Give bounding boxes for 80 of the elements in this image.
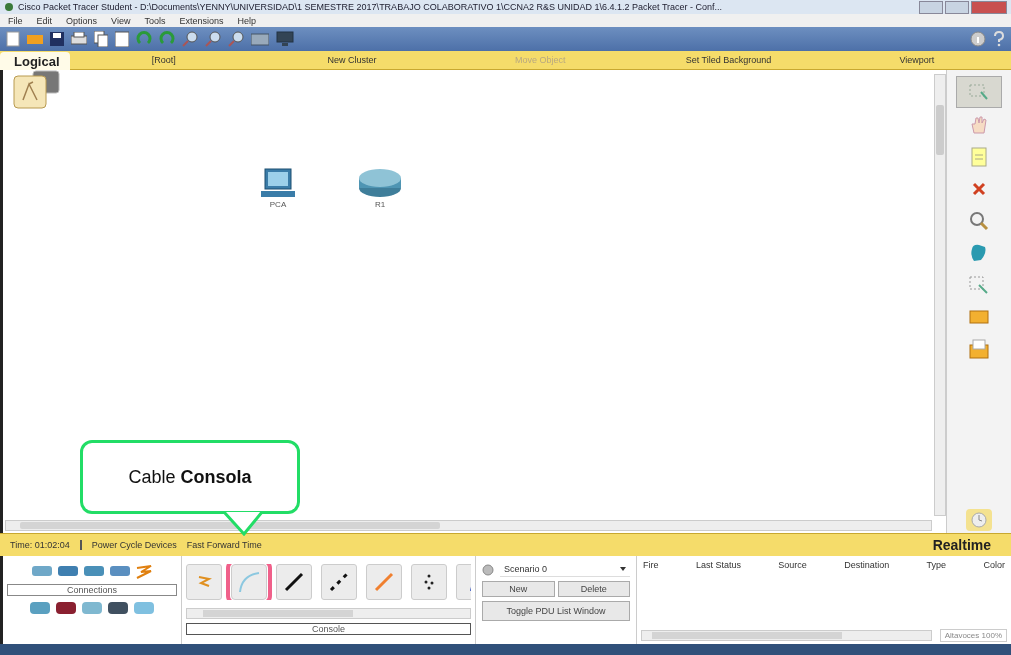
logical-tab[interactable]: Logical — [0, 52, 70, 70]
minimize-button[interactable] — [919, 0, 943, 14]
lightning-icon — [196, 574, 212, 590]
palette-icon[interactable] — [251, 32, 269, 46]
fast-forward-link[interactable]: Fast Forward Time — [186, 540, 262, 550]
volume-label: Altavoces 100% — [939, 629, 1007, 642]
zoom-in-icon[interactable] — [182, 31, 198, 47]
realtime-tab[interactable]: Realtime — [932, 537, 1011, 553]
select-tool-button[interactable] — [956, 76, 1002, 108]
zoom-reset-icon[interactable] — [205, 31, 221, 47]
scenario-icon — [482, 563, 494, 576]
column-header: Source — [778, 560, 807, 570]
router-icon[interactable] — [358, 168, 402, 198]
menu-item[interactable]: Options — [66, 15, 98, 26]
menu-item[interactable]: File — [8, 15, 23, 26]
close-button[interactable] — [971, 0, 1007, 14]
print-icon[interactable] — [71, 32, 87, 46]
device-label: PCA — [269, 200, 287, 209]
vertical-scrollbar[interactable] — [934, 74, 946, 516]
column-header: Destination — [844, 560, 890, 570]
curved-cable-icon — [237, 570, 261, 594]
computer-icon[interactable] — [259, 168, 297, 198]
horizontal-scrollbar[interactable] — [5, 520, 932, 531]
menu-item[interactable]: View — [111, 15, 131, 26]
column-header: Type — [926, 560, 947, 570]
delete-icon — [972, 182, 986, 196]
horizontal-scrollbar[interactable] — [641, 630, 932, 641]
toggle-pdu-button[interactable]: Toggle PDU List Window — [482, 601, 630, 621]
callout-text: Cable Consola — [128, 466, 252, 488]
paste-icon[interactable] — [115, 31, 129, 47]
nav-link[interactable]: [Root] — [69, 55, 258, 65]
category-label: Connections — [7, 584, 177, 596]
device-label: R1 — [374, 200, 386, 209]
note-icon — [971, 147, 987, 167]
app-icon — [4, 2, 14, 12]
scenario-button[interactable]: Delete — [557, 581, 630, 597]
nav-link[interactable]: Set Tiled Background — [634, 55, 823, 65]
clock-icon — [971, 512, 987, 528]
dashed-cable-icon — [328, 571, 350, 593]
device-category-icon[interactable] — [107, 600, 129, 616]
monitor-icon[interactable] — [276, 31, 294, 47]
new-file-icon[interactable] — [6, 31, 20, 47]
clock-button[interactable] — [966, 509, 992, 531]
logical-view-icon[interactable] — [13, 70, 61, 110]
menu-item[interactable]: Help — [237, 15, 256, 26]
device-category-icon[interactable] — [55, 600, 77, 616]
help-icon[interactable] — [993, 31, 1005, 47]
zoom-out-icon[interactable] — [228, 31, 244, 47]
column-header: Color — [983, 560, 1005, 570]
menu-item[interactable]: Extensions — [179, 15, 224, 26]
select-icon — [969, 84, 989, 100]
copy-icon[interactable] — [94, 31, 108, 47]
cable-type-label: Console — [186, 623, 471, 635]
scenario-button[interactable]: New — [482, 581, 555, 597]
device-category-icon[interactable] — [57, 564, 79, 578]
nav-link[interactable]: Viewport — [822, 55, 1011, 65]
window-title: Cisco Packet Tracer Student - D:\Documents\YENNY\UNIVERSIDAD\1 SEMESTRE 2017\TRABAJO COLABORATIVO 1\CCNA2 R&S UNIDAD 1\6.4.1.2 Packet Tracer - Conf... — [18, 2, 723, 12]
menu-item[interactable]: Tools — [144, 15, 166, 26]
dropdown-arrow-icon — [620, 567, 626, 571]
open-envelope-icon — [969, 339, 989, 359]
column-header: Fire — [643, 560, 659, 570]
maximize-button[interactable] — [945, 0, 969, 14]
nav-link[interactable]: New Cluster — [257, 55, 447, 65]
hand-icon — [970, 115, 988, 135]
envelope-icon — [969, 309, 989, 325]
magnifier-icon — [969, 211, 989, 231]
cable-button[interactable] — [276, 564, 312, 600]
straight-cable-icon — [283, 571, 305, 593]
fiber-cable-icon — [373, 571, 395, 593]
resize-icon — [969, 276, 989, 294]
menu-item[interactable]: Edit — [36, 15, 53, 26]
power-cycle-link[interactable]: Power Cycle Devices — [91, 540, 177, 550]
horizontal-scrollbar[interactable] — [186, 608, 471, 619]
folder-icon[interactable] — [27, 33, 43, 45]
time-display: Time: 01:02:04 — [0, 540, 82, 550]
scenario-dropdown[interactable]: Scenario 0 — [500, 562, 630, 577]
info-icon[interactable] — [970, 31, 986, 47]
lightning-icon[interactable] — [135, 564, 153, 580]
save-icon[interactable] — [50, 32, 64, 46]
column-header: Last Status — [695, 560, 741, 570]
